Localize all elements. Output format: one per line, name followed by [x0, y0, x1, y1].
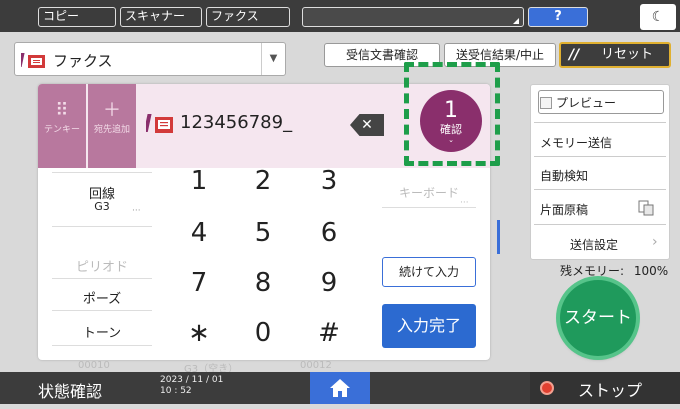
option-divider	[382, 207, 476, 208]
bottom-bar: 状態確認 2023 / 11 / 01 10 : 52 ストップ	[0, 372, 680, 404]
preview-frame	[538, 90, 664, 114]
corner-mark	[513, 18, 519, 24]
add-destination-label: 宛先追加	[93, 125, 130, 135]
status-check-button[interactable]: 状態確認	[38, 378, 102, 402]
key-0[interactable]: 0	[238, 318, 288, 348]
tx-settings-button[interactable]: 送信設定 ›	[530, 234, 664, 253]
keypad-toggle-button[interactable]: ⠿ テンキー	[38, 84, 86, 168]
period-button[interactable]: ピリオド	[52, 256, 152, 275]
home-button[interactable]	[310, 372, 370, 404]
panel-divider	[534, 189, 666, 190]
fax-destination-icon	[146, 114, 173, 133]
help-button[interactable]: ?	[528, 7, 588, 27]
memory-remaining: 残メモリー: 100%	[560, 262, 668, 279]
keypad-toggle-label: テンキー	[43, 125, 80, 135]
continue-input-button[interactable]: 続けて入力	[382, 257, 476, 287]
panel-divider	[534, 156, 666, 157]
tab-scanner[interactable]: スキャナー	[120, 7, 202, 27]
energy-saver-moon-icon[interactable]: ☾	[640, 4, 676, 30]
tx-settings-label: 送信設定	[570, 238, 619, 252]
tab-fax[interactable]: ファクス	[206, 7, 290, 27]
memory-tx-button[interactable]: メモリー送信	[530, 134, 664, 151]
memory-value: 100%	[633, 264, 669, 278]
option-divider	[52, 310, 152, 311]
chevron-right-icon: ›	[652, 234, 658, 250]
time-value: 10 : 52	[160, 386, 192, 396]
plus-icon: ＋	[103, 100, 121, 121]
reset-label: リセット	[601, 47, 654, 62]
key-5[interactable]: 5	[238, 218, 288, 248]
key-asterisk[interactable]: ∗	[174, 318, 224, 348]
stop-label: ストップ	[578, 381, 643, 400]
key-4[interactable]: 4	[174, 218, 224, 248]
message-area	[302, 7, 524, 27]
key-8[interactable]: 8	[238, 268, 288, 298]
original-page-icon	[638, 200, 654, 216]
key-7[interactable]: 7	[174, 268, 224, 298]
option-divider	[52, 345, 152, 346]
mode-label: ファクス	[53, 52, 113, 70]
input-done-button[interactable]: 入力完了	[382, 304, 476, 348]
fax-icon	[21, 53, 45, 68]
stop-button[interactable]: ストップ	[530, 372, 680, 404]
text-cursor: _	[283, 112, 293, 133]
option-divider	[52, 226, 152, 227]
peek-cell: 00010	[78, 360, 110, 371]
option-divider	[52, 278, 152, 279]
key-3[interactable]: 3	[304, 166, 354, 196]
tone-button[interactable]: トーン	[52, 322, 152, 341]
one-sided-original-button[interactable]: 片面原稿	[530, 200, 664, 218]
start-button[interactable]: スタート	[560, 280, 636, 356]
memory-label: 残メモリー:	[560, 264, 625, 278]
panel-divider	[534, 224, 666, 225]
stop-icon	[540, 381, 554, 395]
confirm-label: 確認	[440, 123, 462, 136]
key-2[interactable]: 2	[238, 166, 288, 196]
key-hash[interactable]: #	[304, 318, 354, 348]
add-destination-button[interactable]: ＋ 宛先追加	[88, 84, 136, 168]
auto-detect-button[interactable]: 自動検知	[530, 167, 664, 184]
tab-copy[interactable]: コピー	[38, 7, 116, 27]
key-1[interactable]: 1	[174, 166, 224, 196]
more-dots-icon: ···	[132, 206, 141, 216]
reset-slash-icon: //	[569, 47, 580, 63]
confirm-button[interactable]: 1 確認 ⌄	[420, 90, 482, 152]
peek-cell: 00012	[300, 360, 332, 371]
key-9[interactable]: 9	[304, 268, 354, 298]
reset-button[interactable]: // リセット	[559, 42, 671, 68]
mode-select[interactable]: ファクス ▼	[14, 42, 286, 76]
chevron-down-icon[interactable]: ▼	[261, 43, 285, 75]
scrollbar[interactable]	[497, 220, 500, 254]
fax-number-field[interactable]: 123456789_	[180, 112, 292, 133]
panel-divider	[534, 122, 666, 123]
option-divider	[52, 172, 152, 173]
confirm-count: 1	[444, 98, 458, 123]
grid-icon: ⠿	[55, 100, 69, 121]
one-sided-label: 片面原稿	[540, 203, 589, 217]
date-value: 2023 / 11 / 01	[160, 375, 224, 385]
key-6[interactable]: 6	[304, 218, 354, 248]
home-icon	[330, 379, 350, 397]
pause-button[interactable]: ポーズ	[52, 288, 152, 307]
datetime: 2023 / 11 / 01 10 : 52	[160, 375, 223, 397]
top-bar: コピー スキャナー ファクス ? ☾	[0, 0, 680, 32]
fax-number-value: 123456789	[180, 112, 284, 133]
chevron-down-icon: ⌄	[448, 136, 454, 144]
